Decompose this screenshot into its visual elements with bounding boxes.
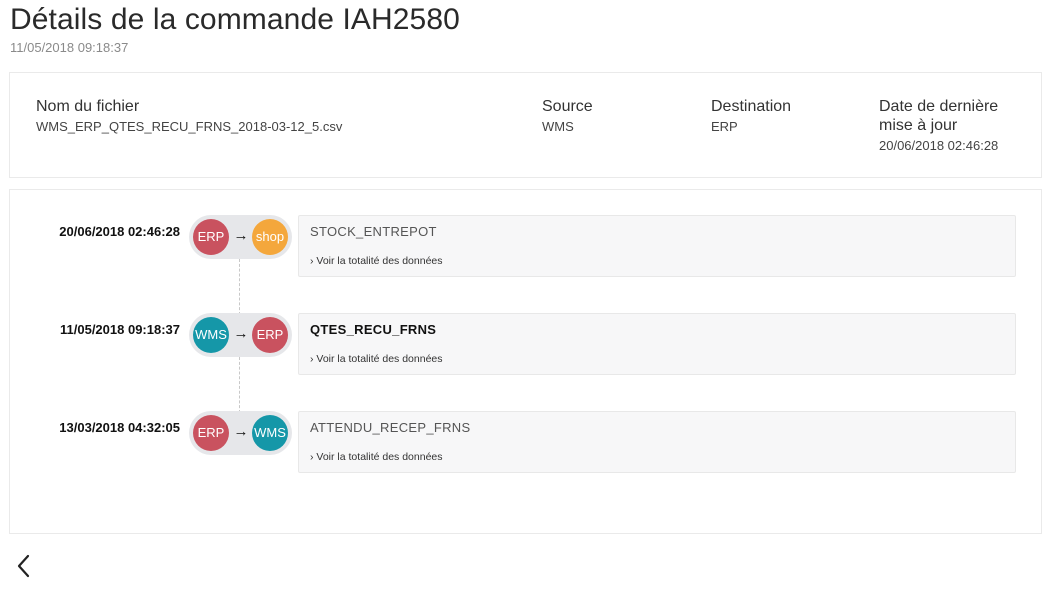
message-box: STOCK_ENTREPOT › Voir la totalité des do… bbox=[298, 215, 1016, 277]
destination-column: Destination ERP bbox=[711, 97, 791, 134]
flow-pill: WMS → ERP bbox=[189, 313, 292, 357]
page-subtitle-timestamp: 11/05/2018 09:18:37 bbox=[10, 40, 129, 55]
file-name-column: Nom du fichier WMS_ERP_QTES_RECU_FRNS_20… bbox=[36, 97, 342, 134]
timeline-entry: 20/06/2018 02:46:28 ERP → shop STOCK_ENT… bbox=[10, 215, 1041, 277]
view-all-data-link[interactable]: › Voir la totalité des données bbox=[310, 451, 443, 463]
last-update-label: Date de dernière mise à jour bbox=[879, 98, 999, 134]
file-name-label: Nom du fichier bbox=[36, 98, 140, 115]
message-box: QTES_RECU_FRNS › Voir la totalité des do… bbox=[298, 313, 1016, 375]
destination-node-shop: shop bbox=[252, 219, 288, 255]
destination-label: Destination bbox=[711, 98, 792, 115]
flow-pill: ERP → shop bbox=[189, 215, 292, 259]
message-box: ATTENDU_RECEP_FRNS › Voir la totalité de… bbox=[298, 411, 1016, 473]
message-title: QTES_RECU_FRNS bbox=[310, 322, 437, 337]
source-node-erp: ERP bbox=[193, 219, 229, 255]
last-update-column: Date de dernière mise à jour 20/06/2018 … bbox=[879, 97, 1029, 153]
source-column: Source WMS bbox=[542, 97, 593, 134]
source-value: WMS bbox=[542, 119, 574, 134]
source-node-wms: WMS bbox=[193, 317, 229, 353]
flow-timeline-card: 20/06/2018 02:46:28 ERP → shop STOCK_ENT… bbox=[9, 189, 1042, 534]
entry-date: 11/05/2018 09:18:37 bbox=[60, 322, 180, 337]
back-button[interactable] bbox=[12, 553, 36, 579]
entry-date: 20/06/2018 02:46:28 bbox=[59, 224, 180, 239]
message-title: ATTENDU_RECEP_FRNS bbox=[310, 420, 471, 435]
entry-date: 13/03/2018 04:32:05 bbox=[59, 420, 180, 435]
chevron-left-icon bbox=[17, 554, 30, 578]
destination-node-erp: ERP bbox=[252, 317, 288, 353]
order-details-page: Détails de la commande IAH2580 11/05/201… bbox=[0, 0, 1047, 593]
view-all-data-link[interactable]: › Voir la totalité des données bbox=[310, 353, 443, 365]
flow-pill: ERP → WMS bbox=[189, 411, 292, 455]
arrow-right-icon: → bbox=[233, 325, 249, 342]
source-label: Source bbox=[542, 98, 593, 115]
destination-node-wms: WMS bbox=[252, 415, 288, 451]
timeline-entry: 11/05/2018 09:18:37 WMS → ERP QTES_RECU_… bbox=[10, 313, 1041, 375]
timeline-entry: 13/03/2018 04:32:05 ERP → WMS ATTENDU_RE… bbox=[10, 411, 1041, 473]
arrow-right-icon: → bbox=[233, 423, 249, 440]
last-update-value: 20/06/2018 02:46:28 bbox=[879, 138, 999, 153]
arrow-right-icon: → bbox=[233, 227, 249, 244]
file-info-card: Nom du fichier WMS_ERP_QTES_RECU_FRNS_20… bbox=[9, 72, 1042, 178]
view-all-data-link[interactable]: › Voir la totalité des données bbox=[310, 255, 443, 267]
page-title: Détails de la commande IAH2580 bbox=[10, 3, 460, 36]
message-title: STOCK_ENTREPOT bbox=[310, 224, 437, 239]
destination-value: ERP bbox=[711, 119, 738, 134]
file-name-value: WMS_ERP_QTES_RECU_FRNS_2018-03-12_5.csv bbox=[36, 119, 343, 134]
source-node-erp: ERP bbox=[193, 415, 229, 451]
